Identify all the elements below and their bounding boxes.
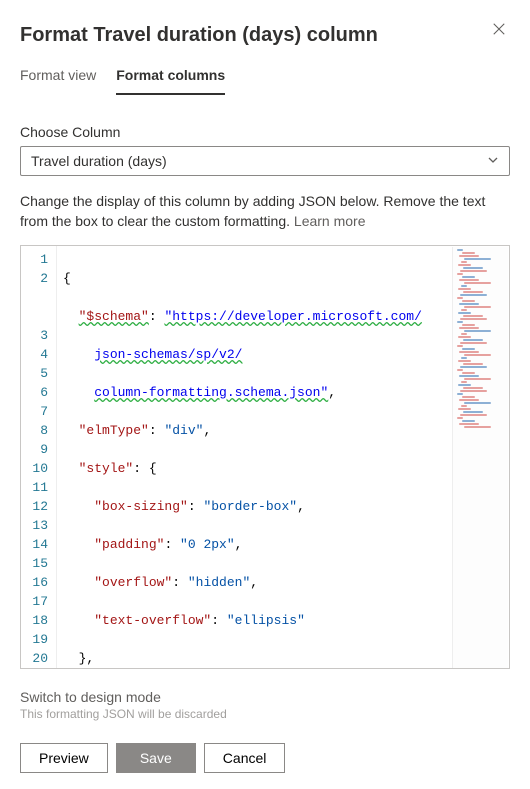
helper-text: Change the display of this column by add…	[20, 192, 510, 231]
choose-column-dropdown[interactable]: Travel duration (days)	[20, 146, 510, 176]
code-key: "padding"	[94, 537, 164, 552]
tab-format-columns[interactable]: Format columns	[116, 59, 225, 95]
tab-format-view[interactable]: Format view	[20, 59, 96, 95]
tab-bar: Format view Format columns	[20, 59, 510, 96]
code-key: "text-overflow"	[94, 613, 211, 628]
code-key: "elmType"	[79, 423, 149, 438]
code-key: "box-sizing"	[94, 499, 188, 514]
json-editor[interactable]: 1234567891011121314151617181920 { "$sche…	[20, 245, 510, 669]
editor-gutter: 1234567891011121314151617181920	[21, 246, 57, 668]
code-key: "overflow"	[94, 575, 172, 590]
choose-column-label: Choose Column	[20, 124, 510, 140]
chevron-down-icon	[487, 153, 499, 169]
code-val: "border-box"	[203, 499, 297, 514]
code-url: "https://developer.microsoft.com/	[164, 309, 421, 324]
choose-column-value: Travel duration (days)	[31, 153, 167, 169]
editor-code[interactable]: { "$schema": "https://developer.microsof…	[57, 246, 509, 668]
save-button[interactable]: Save	[116, 743, 196, 773]
close-icon	[492, 23, 506, 40]
switch-design-mode-link[interactable]: Switch to design mode	[20, 689, 510, 705]
preview-button[interactable]: Preview	[20, 743, 108, 773]
code-url: json-schemas/sp/v2/	[94, 347, 242, 362]
code-val: "0 2px"	[180, 537, 235, 552]
code-val: "hidden"	[188, 575, 250, 590]
code-val: "div"	[164, 423, 203, 438]
helper-main: Change the display of this column by add…	[20, 193, 485, 229]
code-brace: {	[63, 271, 71, 286]
close-button[interactable]	[488, 18, 510, 44]
code-key: "$schema"	[79, 309, 149, 324]
code-url: column-formatting.schema.json"	[94, 385, 328, 400]
code-val: "ellipsis"	[227, 613, 305, 628]
learn-more-link[interactable]: Learn more	[294, 213, 366, 229]
discard-note: This formatting JSON will be discarded	[20, 707, 510, 721]
code-key: "style"	[79, 461, 134, 476]
cancel-button[interactable]: Cancel	[204, 743, 286, 773]
panel-title: Format Travel duration (days) column	[20, 24, 378, 47]
